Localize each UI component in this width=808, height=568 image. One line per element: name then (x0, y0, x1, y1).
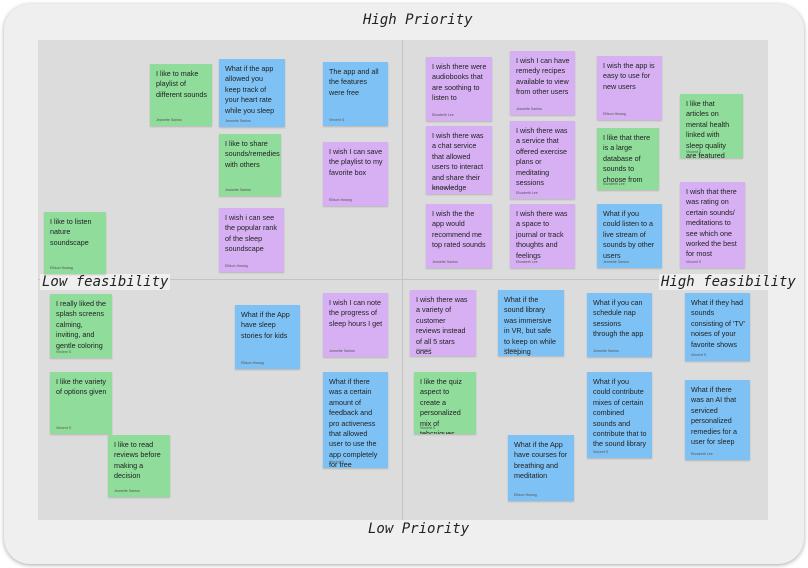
sticky-note[interactable]: I wish the the app would recommend me to… (426, 204, 492, 268)
note-author: Ellison Hwang (514, 493, 537, 497)
sticky-note[interactable]: What if you could contribute mixes of ce… (587, 372, 652, 458)
axis-label-high-priority: High Priority (363, 12, 473, 28)
note-text: I wish I can note the progress of sleep … (329, 298, 383, 328)
note-author: Elizabeth Lee (432, 113, 454, 117)
sticky-note[interactable]: I wish i can see the popular rank of the… (219, 208, 284, 272)
sticky-note[interactable]: I wish I can have remedy recipes availab… (510, 51, 575, 115)
sticky-note[interactable]: I wish there was a variety of customer r… (410, 290, 476, 356)
sticky-note[interactable]: I wish there was a chat service that all… (426, 126, 492, 194)
sticky-note[interactable]: What if there was an AI that serviced pe… (685, 380, 750, 460)
note-text: I really liked the splash screens calmin… (56, 299, 106, 350)
note-author: Elizabeth Lee (432, 186, 454, 190)
note-author: Jeanette Santos (432, 260, 458, 264)
note-author: Jeanette Santos (603, 260, 629, 264)
sticky-note[interactable]: I wish there was a service that offered … (510, 121, 575, 199)
note-author: Vincent S (420, 426, 436, 430)
sticky-note[interactable]: I wish I can save the playlist to my fav… (323, 142, 388, 206)
note-text: I wish there were audiobooks that are so… (432, 62, 487, 103)
note-author: Ellison Hwang (225, 264, 248, 268)
note-text: What if there was a certain amount of fe… (329, 377, 378, 468)
sticky-note[interactable]: I like to listen nature soundscape Elliso… (44, 212, 106, 274)
sticky-note[interactable]: I wish the app is easy to use for new us… (597, 56, 662, 120)
note-text: What if the app allowed you keep track o… (225, 64, 275, 115)
note-text: The app and all the features were free (329, 67, 379, 97)
note-text: I wish there was a variety of customer r… (416, 295, 468, 356)
note-author: Jeanette Santos (225, 119, 251, 123)
sticky-note[interactable]: I wish that there was rating on certain … (680, 182, 745, 268)
note-author: Jeanette Santos (156, 118, 182, 122)
sticky-note[interactable]: The app and all the features were free Vi… (323, 62, 388, 126)
note-text: I like to share sounds/remedies with oth… (225, 139, 280, 169)
sticky-note[interactable]: I wish I can note the progress of sleep … (323, 293, 388, 357)
note-author: Vincent S (56, 426, 72, 430)
note-author: Elizabeth Lee (516, 260, 538, 264)
sticky-note[interactable]: I like to read reviews before making a d… (108, 435, 170, 497)
note-text: What if you could listen to a live strea… (603, 209, 655, 260)
sticky-note[interactable]: I like the variety of options given Vince… (50, 372, 112, 434)
sticky-note[interactable]: What if the sound library was immersive … (498, 290, 564, 356)
note-author: Elizabeth Lee (691, 452, 713, 456)
sticky-note[interactable]: What if they had sounds consisting of 'T… (685, 293, 750, 361)
sticky-note[interactable]: I like to make playlist of different sou… (150, 64, 212, 126)
note-text: I wish I can have remedy recipes availab… (516, 56, 570, 97)
note-author: Jeanette Santos (225, 188, 251, 192)
note-author: Vincent S (504, 348, 520, 352)
axis-label-high-feasibility: High feasibility (659, 274, 798, 290)
note-text: I wish there was a service that offered … (516, 126, 568, 188)
note-author: Jeanette Santos (593, 349, 619, 353)
sticky-note[interactable]: What if there was a certain amount of fe… (323, 372, 388, 468)
note-text: What if you could contribute mixes of ce… (593, 377, 647, 449)
note-author: Ellison Hwang (329, 198, 352, 202)
note-text: I like that there is a large database of… (603, 133, 651, 184)
note-text: I wish the the app would recommend me to… (432, 209, 486, 250)
note-text: What if they had sounds consisting of 'T… (691, 298, 745, 349)
sticky-note[interactable]: I like that there is a large database of… (597, 128, 659, 190)
sticky-note[interactable]: I like the quiz aspect to create a perso… (414, 372, 476, 434)
sticky-note[interactable]: What if the app allowed you keep track o… (219, 59, 285, 127)
note-author: Vincent S (329, 460, 345, 464)
note-text: What if the App have sleep stories for k… (241, 310, 290, 340)
sticky-note[interactable]: What if the App have courses for breathi… (508, 435, 574, 501)
note-text: I like to listen nature soundscape (50, 217, 92, 247)
sticky-note[interactable]: I wish there were audiobooks that are so… (426, 57, 492, 121)
vertical-axis-line (402, 40, 403, 520)
note-text: What if there was an AI that serviced pe… (691, 385, 737, 447)
note-text: I wish the app is easy to use for new us… (603, 61, 655, 91)
sticky-note[interactable]: What if you can schedule nap sessions th… (587, 293, 652, 357)
note-author: Ellison Hwang (50, 266, 73, 270)
sticky-note[interactable]: I like that articles on mental health li… (680, 94, 743, 158)
note-author: Vincent S (686, 150, 702, 154)
note-text: I like to read reviews before making a d… (114, 440, 161, 481)
sticky-note[interactable]: I like to share sounds/remedies with oth… (219, 134, 281, 196)
note-text: What if the sound library was immersive … (504, 295, 556, 356)
note-text: What if you can schedule nap sessions th… (593, 298, 644, 339)
note-author: Vincent S (686, 260, 702, 264)
note-author: Jeanette Santos (114, 489, 140, 493)
note-text: I like the variety of options given (56, 377, 107, 397)
note-text: I wish i can see the popular rank of the… (225, 213, 277, 254)
note-text: What if the App have courses for breathi… (514, 440, 568, 481)
note-author: Elizabeth Lee (516, 191, 538, 195)
note-author: Jeanette Santos (516, 107, 542, 111)
note-author: Ellison Hwang (241, 361, 264, 365)
sticky-note[interactable]: What if the App have sleep stories for k… (235, 305, 300, 369)
axis-label-low-feasibility: Low feasibility (40, 274, 171, 290)
note-text: I wish there was a space to journal or t… (516, 209, 568, 260)
note-text: I wish I can save the playlist to my fav… (329, 147, 383, 177)
note-text: I wish that there was rating on certain … (686, 187, 737, 259)
note-text: I wish there was a chat service that all… (432, 131, 484, 193)
axis-label-low-priority: Low Priority (368, 521, 470, 537)
note-author: Vincent S (329, 118, 345, 122)
sticky-note[interactable]: I really liked the splash screens calmin… (50, 294, 112, 358)
sticky-note[interactable]: What if you could listen to a live strea… (597, 204, 662, 268)
note-author: Vincent S (691, 353, 707, 357)
note-author: Ellison Hwang (603, 112, 626, 116)
note-author: Elizabeth Lee (603, 182, 625, 186)
note-author: Vincent S (56, 350, 72, 354)
note-author: Vincent S (416, 348, 432, 352)
note-author: Jeanette Santos (329, 349, 355, 353)
note-author: Vincent S (593, 450, 609, 454)
note-text: I like to make playlist of different sou… (156, 69, 208, 99)
sticky-note[interactable]: I wish there was a space to journal or t… (510, 204, 575, 268)
